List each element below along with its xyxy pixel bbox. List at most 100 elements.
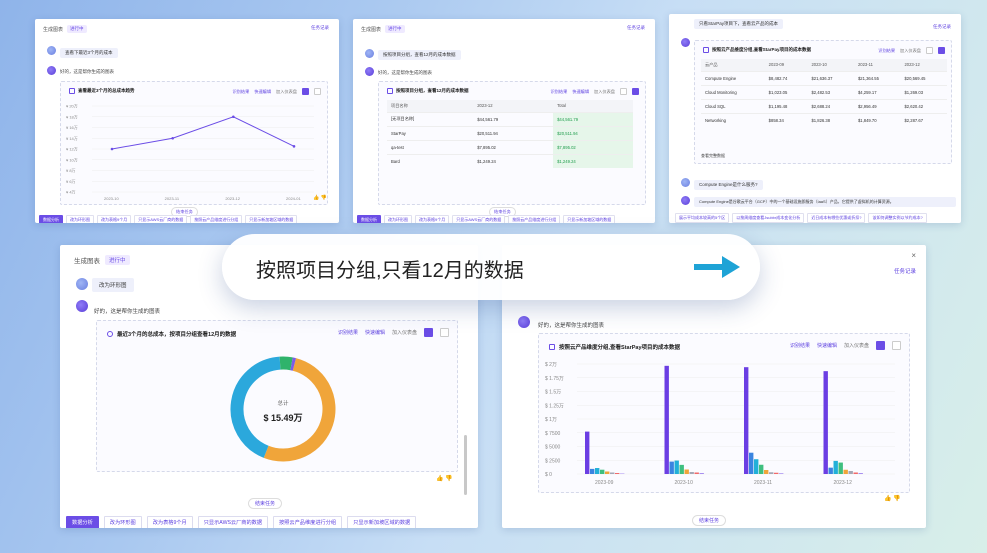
column-header[interactable]: 2023-10 (807, 59, 854, 71)
suggestion-chip[interactable]: 改为表格9个月 (97, 215, 132, 223)
suggestion-chip[interactable]: 只显示新加坡区域的数据 (563, 215, 616, 223)
bar (674, 460, 679, 474)
task-log-link[interactable]: 任务记录 (627, 25, 645, 31)
bar (679, 464, 684, 474)
data-table: 云产品 2023-09 2023-10 2023-11 2023-12 Compute E… (701, 59, 947, 127)
y-tick-label: $ 2500 (545, 458, 561, 464)
chart-mode-icon[interactable] (302, 88, 309, 95)
bar (833, 460, 838, 474)
task-log-link[interactable]: 任务记录 (311, 25, 329, 31)
column-header[interactable]: 2023-12 (473, 100, 554, 112)
bar (615, 473, 620, 474)
bar (664, 365, 669, 474)
column-header[interactable]: 项目名称 (387, 100, 474, 112)
task-log-link[interactable]: 任务记录 (894, 267, 916, 275)
task-log-link[interactable]: 任务记录 (933, 24, 951, 30)
column-header[interactable]: 2023-11 (853, 59, 901, 71)
recognize-button[interactable]: 识别结果 (878, 48, 895, 54)
recognize-button[interactable]: 识别结果 (233, 89, 250, 95)
suggestion-chip[interactable]: 改为环形图 (384, 215, 412, 223)
end-task-button[interactable]: 结束任务 (692, 515, 727, 526)
table-cell: Compute Engine (701, 70, 765, 85)
suggestion-chip[interactable]: 只显示AWS云厂商的数据 (452, 215, 506, 223)
recognize-button[interactable]: 识别结果 (338, 329, 358, 336)
chart-title: 最近3个月的总成本，按项目分组查看12月的数据 (107, 330, 236, 338)
status-badge: 进行中 (105, 255, 130, 265)
bar (699, 473, 704, 474)
recognize-button[interactable]: 识别结果 (790, 342, 810, 349)
table-cell: $7,895.02 (553, 139, 633, 154)
suggestion-chip[interactable]: 展示平均成本较高的5个区 (675, 213, 730, 223)
arrow-right-icon (694, 256, 740, 278)
chart-title: 按照云产品维度分组,查看StarPay项目的成本数据 (703, 47, 811, 53)
chart-mode-icon[interactable] (876, 341, 885, 350)
add-dashboard-button[interactable]: 加入仪表盘 (900, 48, 921, 54)
chart-title: 查看最近3个月的总成本趋势 (69, 88, 135, 94)
chart-mode-icon[interactable] (424, 328, 433, 337)
suggestion-chip[interactable]: 只显示AWS云厂商的数据 (134, 215, 188, 223)
view-full-data-link[interactable]: 查看完整数据 (701, 153, 725, 159)
suggestion-chip[interactable]: 改为环形图 (66, 215, 94, 223)
table-cell: $44,561.79 (553, 111, 633, 126)
column-header[interactable]: 云产品 (701, 59, 765, 71)
y-tick-label: ¥ 8万 (66, 168, 76, 173)
column-header[interactable]: Total (553, 100, 633, 112)
y-tick-label: ¥ 18万 (66, 114, 78, 119)
suggestion-chip[interactable]: 改为表格9个月 (415, 215, 450, 223)
table-mode-icon[interactable] (892, 341, 901, 350)
table-row: Cloud Monitoring $1,023.05 $2,482.53 $4,259… (701, 84, 947, 99)
suggestion-chip[interactable]: 该如何调整实例以节约成本? (868, 213, 927, 223)
suggestion-chip[interactable]: 改为表格9个月 (146, 516, 193, 528)
user-avatar (365, 49, 374, 58)
table-mode-icon[interactable] (938, 47, 945, 54)
scrollbar[interactable] (464, 435, 467, 495)
feedback-icons[interactable]: 👍 👎 (313, 195, 327, 201)
add-dashboard-button[interactable]: 加入仪表盘 (594, 89, 615, 95)
bar (595, 468, 600, 474)
quick-edit-button[interactable]: 快速编辑 (254, 89, 271, 95)
add-dashboard-button[interactable]: 加入仪表盘 (392, 329, 417, 336)
suggestion-chip[interactable]: 按照云产品维度进行分组 (273, 516, 343, 528)
table-mode-icon[interactable] (314, 88, 321, 95)
add-dashboard-button[interactable]: 加入仪表盘 (844, 342, 869, 349)
quick-edit-button[interactable]: 快速编辑 (817, 342, 837, 349)
add-dashboard-button[interactable]: 加入仪表盘 (276, 89, 297, 95)
suggestion-chip[interactable]: 改为环形图 (103, 516, 142, 528)
suggestion-chip[interactable]: 数据分析 (357, 215, 381, 223)
chart-mode-icon[interactable] (926, 47, 933, 54)
recognize-button[interactable]: 识别结果 (551, 89, 568, 95)
suggestion-chip[interactable]: 以按周维度查看Jsubbr成本变化分析 (732, 213, 805, 223)
donut-icon (107, 331, 113, 337)
suggestion-chip[interactable]: 数据分析 (66, 516, 99, 528)
table-panel: 按照云产品维度分组,查看StarPay项目的成本数据 识别结果 加入仪表盘 云产… (694, 40, 952, 164)
table-row: [无项目名称] $44,561.79 $44,561.79 (387, 111, 633, 126)
quick-edit-button[interactable]: 快速编辑 (365, 329, 385, 336)
table-mode-icon[interactable] (440, 328, 449, 337)
suggestion-chip[interactable]: 按照云产品维度进行分组 (508, 215, 561, 223)
user-message: 按照项目分组，查看12月的成本数据 (378, 50, 461, 60)
card-product-table: 只看StarPay项目下，查看云产品的成本 任务记录 按照云产品维度分组,查看S… (669, 14, 961, 223)
x-tick-label: 2023-09 (595, 480, 614, 486)
quick-edit-button[interactable]: 快速编辑 (572, 89, 589, 95)
y-tick-label: $ 1.75万 (545, 376, 564, 382)
feedback-icons[interactable]: 👍 👎 (436, 475, 453, 482)
suggestion-chip[interactable]: 只显示新加坡区域的数据 (245, 215, 298, 223)
column-header[interactable]: 2023-09 (764, 59, 808, 71)
chart-mode-icon[interactable] (620, 88, 627, 95)
suggestion-bar: 数据分析 改为环形图 改为表格9个月 只显示AWS云厂商的数据 按照云产品维度进行分组只… (66, 516, 417, 528)
table-cell: $20,511.94 (553, 125, 633, 140)
suggestion-chip[interactable]: 数据分析 (39, 215, 63, 223)
feedback-icons[interactable]: 👍 👎 (884, 495, 901, 502)
suggestion-chip[interactable]: 只显示AWS云厂商的数据 (197, 516, 269, 528)
column-header[interactable]: 2023-12 (900, 59, 947, 71)
table-icon (387, 88, 393, 94)
suggestion-chip[interactable]: 按照云产品维度进行分组 (190, 215, 243, 223)
close-icon[interactable]: × (911, 251, 916, 260)
donut-chart (230, 356, 336, 462)
suggestion-chip[interactable]: 只显示新加坡区域的数据 (347, 516, 417, 528)
end-task-button[interactable]: 结束任务 (248, 498, 283, 509)
status-badge: 进行中 (67, 25, 87, 33)
suggestion-chip[interactable]: 近日成本有哪些优惠或折扣? (807, 213, 866, 223)
table-mode-icon[interactable] (632, 88, 639, 95)
bar-chart: $ 2万 $ 1.75万 $ 1.5万 $ 1.25万 $ 1万 $ 7500 $ 5000… (545, 362, 895, 486)
